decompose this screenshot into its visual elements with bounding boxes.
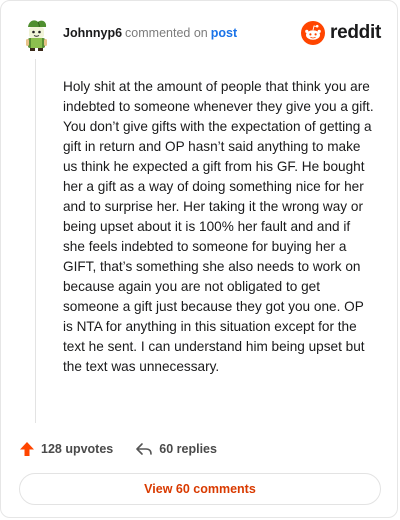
reply-count: 60 replies [159,442,217,456]
reddit-brand[interactable]: reddit [301,21,381,45]
commented-on-label: commented on [125,26,208,40]
reply-action[interactable]: 60 replies [135,441,217,457]
reddit-logo-icon [301,21,326,45]
thread-line [35,59,36,423]
upvote-count: 128 upvotes [41,442,114,456]
view-comments-button[interactable]: View 60 comments [19,473,381,505]
comment-actions: 128 upvotes 60 replies [19,439,217,459]
comment-meta: Johnnyp6 commented on post [63,26,237,40]
comment-card: Johnnyp6 commented on post reddit Holy shi… [0,0,398,518]
username[interactable]: Johnnyp6 [63,26,122,40]
reply-arrow-icon [136,443,153,455]
reddit-wordmark: reddit [330,22,381,43]
avatar[interactable] [19,17,53,51]
post-link[interactable]: post [211,26,237,40]
upvote-arrow-icon [20,442,34,456]
comment-header: Johnnyp6 commented on post reddit [19,15,383,55]
avatar-icon [26,20,47,51]
upvote-action[interactable]: 128 upvotes [19,441,113,457]
comment-body: Holy shit at the amount of people that t… [63,79,374,374]
